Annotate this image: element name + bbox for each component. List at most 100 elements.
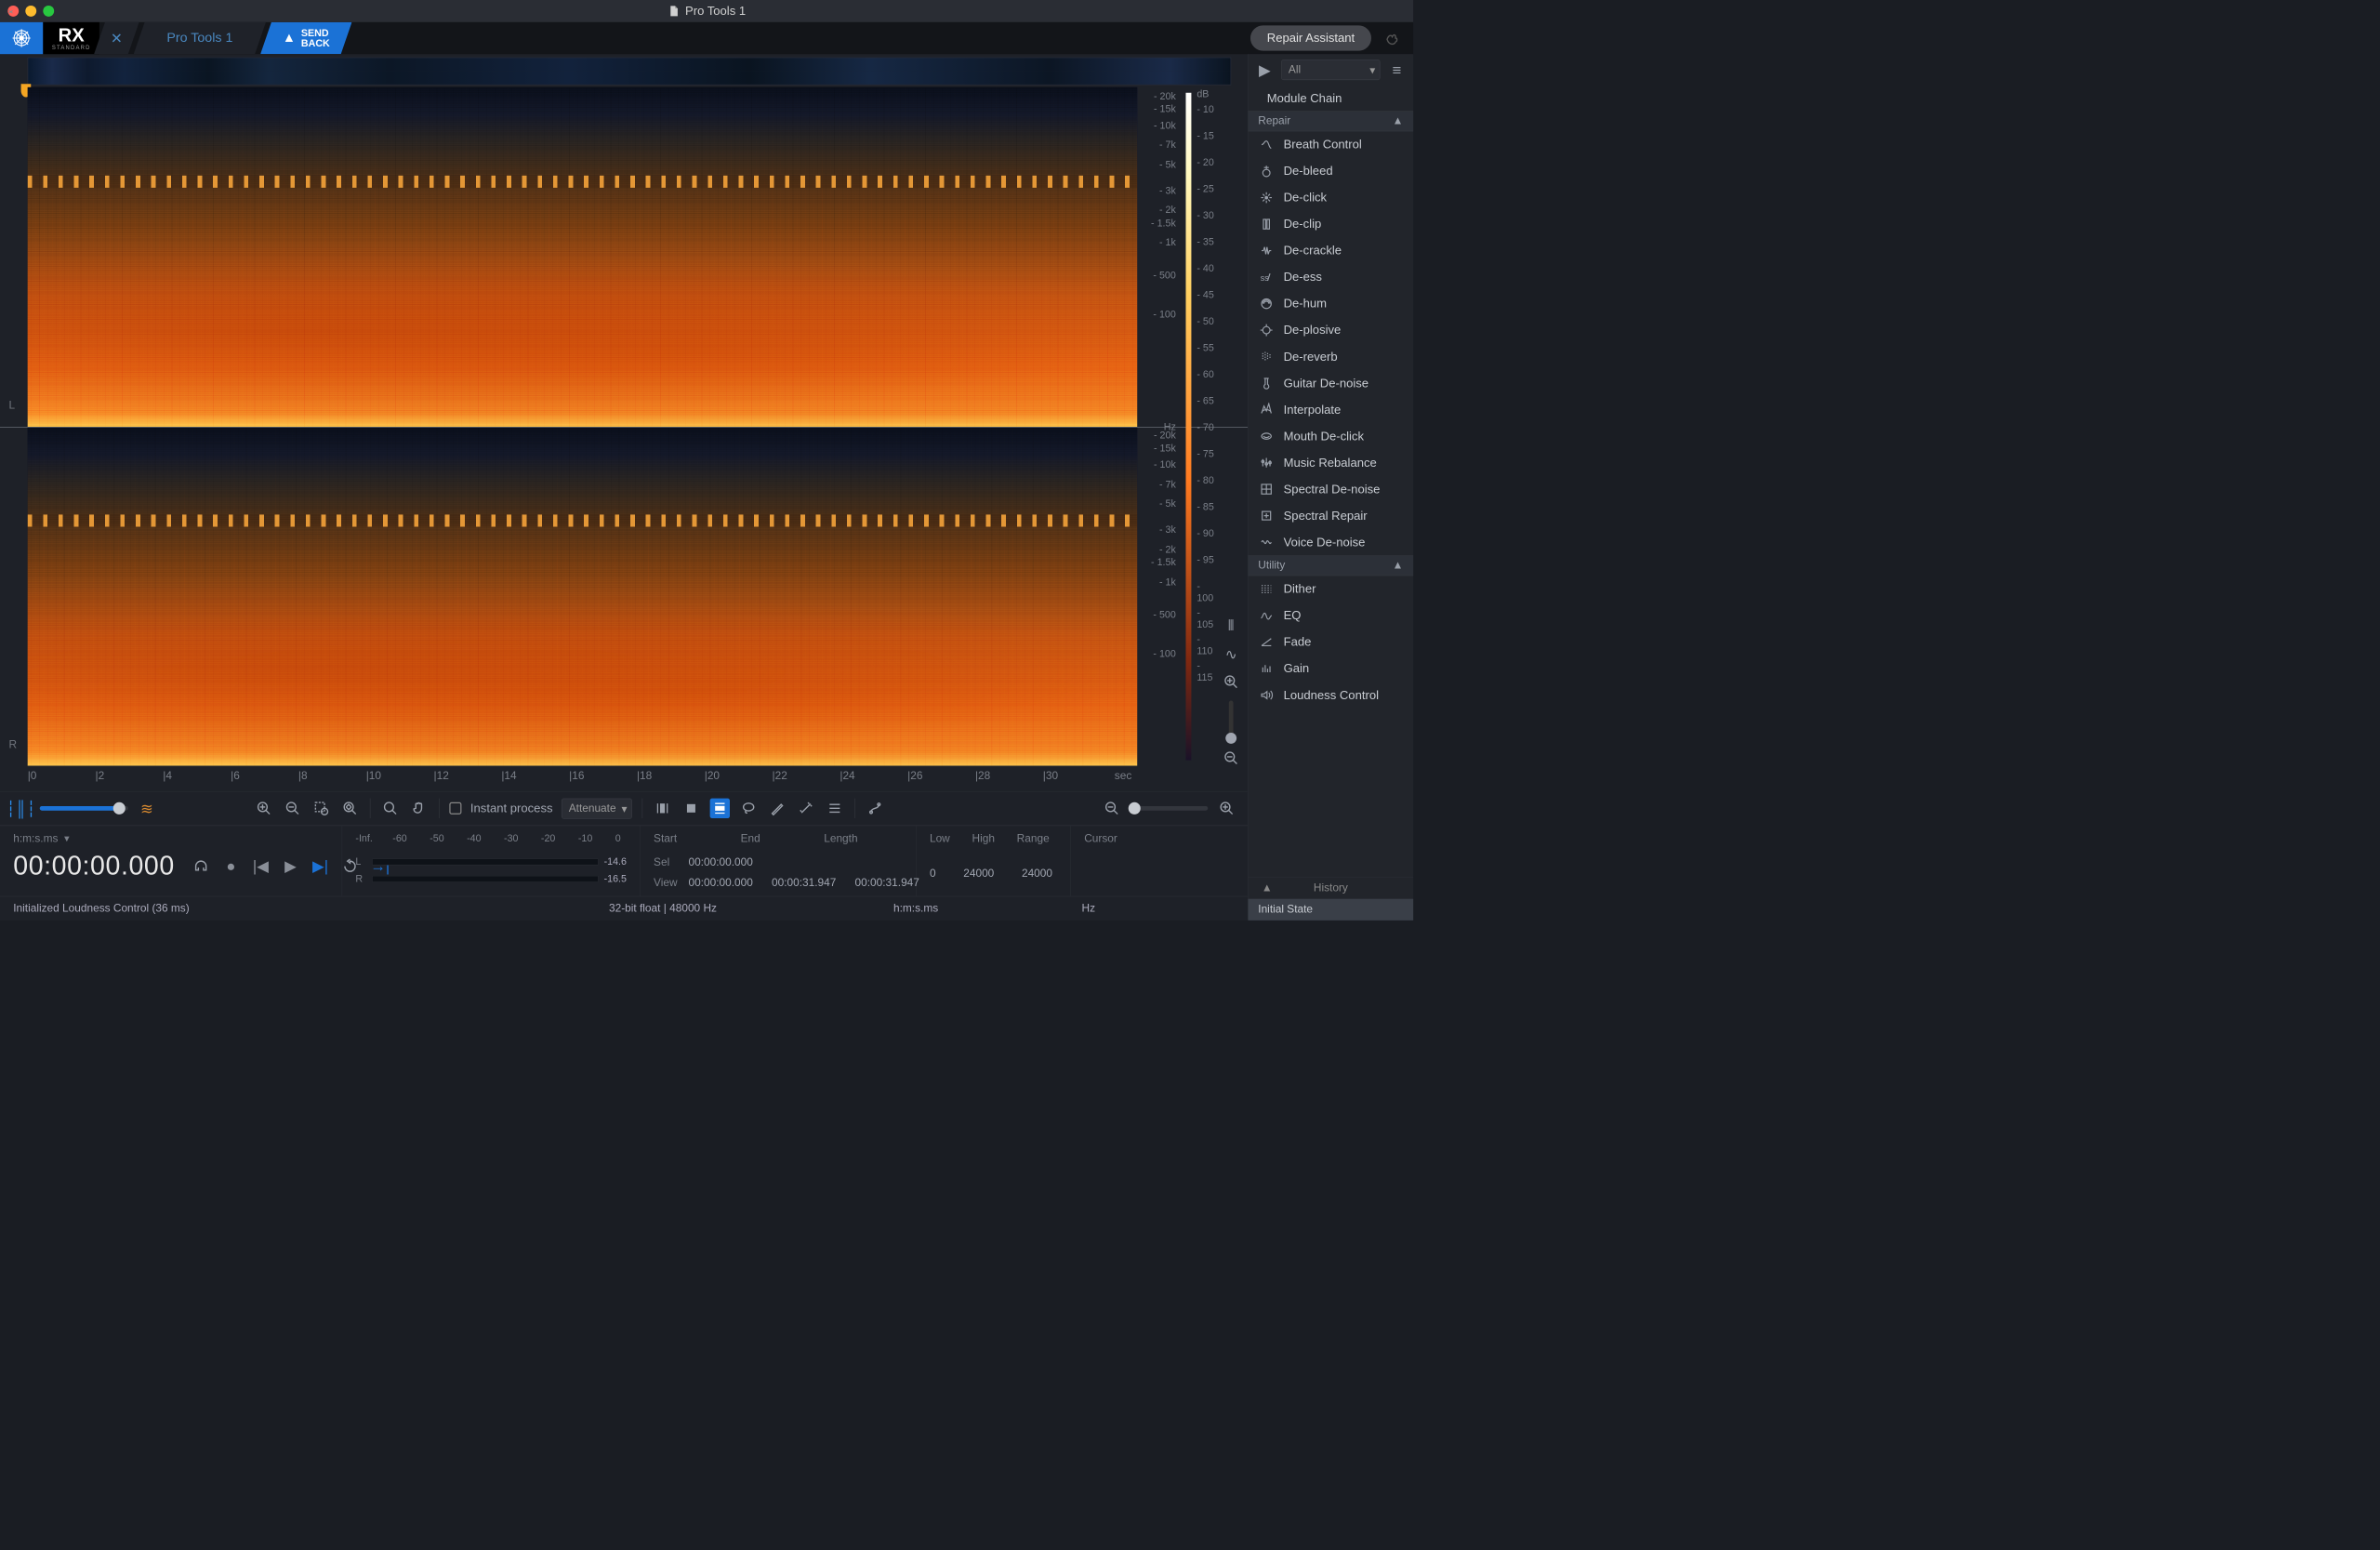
zoom-tool-icon[interactable]: [380, 799, 400, 818]
chevron-down-icon[interactable]: ▼: [62, 834, 71, 844]
zoom-out-icon[interactable]: [283, 799, 302, 818]
timecode-display[interactable]: 00:00:00.000: [13, 851, 175, 881]
module-de-bleed[interactable]: De-bleed: [1249, 158, 1414, 185]
module-guitar-de-noise[interactable]: Guitar De-noise: [1249, 370, 1414, 397]
module-spectral-repair[interactable]: Spectral Repair: [1249, 502, 1414, 529]
module-loudness-control[interactable]: Loudness Control: [1249, 682, 1414, 709]
process-mode-select[interactable]: Attenuate: [562, 798, 632, 818]
waveform-icon[interactable]: ⫴: [1221, 617, 1240, 635]
spectrogram-icon[interactable]: ∿: [1221, 646, 1240, 663]
zoom-in-icon[interactable]: [254, 799, 273, 818]
play-icon[interactable]: ▶: [281, 856, 300, 876]
vertical-zoom-slider[interactable]: [1229, 701, 1234, 740]
module-de-clip[interactable]: De-clip: [1249, 211, 1414, 238]
zoom-out-h-icon[interactable]: [1102, 799, 1121, 818]
module-de-reverb[interactable]: De-reverb: [1249, 343, 1414, 370]
module-breath-control[interactable]: Breath Control: [1249, 131, 1414, 158]
db-tick: - 75: [1197, 448, 1213, 459]
cursor-label: Cursor: [1084, 832, 1235, 845]
module-de-crackle[interactable]: De-crackle: [1249, 237, 1414, 264]
history-item[interactable]: Initial State: [1249, 899, 1414, 921]
utility-section-header[interactable]: Utility▲: [1249, 555, 1414, 576]
amplitude-color-scale: dB - 10- 15- 20- 25- 30- 35- 40- 45- 50-…: [1182, 87, 1215, 766]
file-tab[interactable]: Pro Tools 1: [134, 22, 266, 54]
deselect-icon[interactable]: [865, 799, 884, 818]
freq-low[interactable]: 0: [930, 868, 936, 881]
headphones-icon[interactable]: [192, 856, 211, 876]
brush-tool-icon[interactable]: [767, 799, 787, 818]
module-filter-select[interactable]: All: [1281, 60, 1380, 80]
module-dither[interactable]: Dither: [1249, 576, 1414, 603]
skip-back-icon[interactable]: |◀: [251, 856, 271, 876]
view-start[interactable]: 00:00:00.000: [688, 877, 752, 890]
horizontal-zoom-slider[interactable]: [1130, 806, 1208, 811]
arrow-up-icon: ▲: [283, 32, 296, 45]
play-chain-icon[interactable]: ▶: [1255, 60, 1275, 79]
freq-tick: - 7k: [1159, 139, 1176, 151]
freq-tick: - 20k: [1154, 90, 1176, 101]
module-spectral-de-noise[interactable]: Spectral De-noise: [1249, 476, 1414, 503]
lasso-tool-icon[interactable]: [738, 799, 758, 818]
record-icon[interactable]: ●: [221, 856, 241, 876]
module-mouth-de-click[interactable]: Mouth De-click: [1249, 423, 1414, 450]
rect-select-tool[interactable]: [681, 799, 701, 818]
time-tick: |14: [501, 770, 516, 783]
module-chain-button[interactable]: Module Chain: [1249, 86, 1414, 111]
view-length[interactable]: 00:00:31.947: [855, 877, 919, 890]
maximize-window-icon[interactable]: [43, 6, 54, 17]
waveform-mode-icon[interactable]: ┆║┆: [11, 799, 31, 818]
harmonic-select-icon[interactable]: [825, 799, 844, 818]
module-voice-de-noise[interactable]: Voice De-noise: [1249, 529, 1414, 556]
close-tab-button[interactable]: ✕: [94, 22, 139, 54]
zoom-out-vert-icon[interactable]: [1221, 750, 1240, 766]
freq-high[interactable]: 24000: [963, 868, 994, 881]
overview-waveform[interactable]: [28, 58, 1231, 86]
minimize-window-icon[interactable]: [25, 6, 36, 17]
window-title: Pro Tools 1: [668, 4, 746, 18]
repair-assistant-button[interactable]: Repair Assistant: [1250, 25, 1371, 50]
zoom-in-h-icon[interactable]: [1217, 799, 1236, 818]
module-interpolate[interactable]: Interpolate: [1249, 396, 1414, 423]
zoom-in-vert-icon[interactable]: [1221, 674, 1240, 690]
freq-select-tool[interactable]: [710, 799, 730, 818]
module-fade[interactable]: Fade: [1249, 629, 1414, 656]
module-de-plosive[interactable]: De-plosive: [1249, 317, 1414, 344]
module-eq[interactable]: EQ: [1249, 603, 1414, 629]
spectrogram-right[interactable]: [28, 427, 1138, 766]
sel-start[interactable]: 00:00:00.000: [688, 856, 752, 869]
spectrogram-mode-icon[interactable]: ≋: [137, 799, 156, 818]
meter-tick: -20: [541, 832, 555, 843]
db-tick: - 80: [1197, 475, 1213, 486]
spectrogram-view[interactable]: [28, 87, 1138, 766]
overview-toggle-icon[interactable]: ⌄⌃: [7, 7, 15, 18]
send-back-button[interactable]: ▲ SEND BACK: [260, 22, 351, 54]
module-de-click[interactable]: De-click: [1249, 184, 1414, 211]
play-selection-icon[interactable]: ▶|: [311, 856, 330, 876]
chevron-up-icon[interactable]: ▲: [1262, 881, 1273, 894]
menu-icon[interactable]: ≡: [1387, 60, 1407, 79]
module-music-rebalance[interactable]: Music Rebalance: [1249, 449, 1414, 476]
wand-tool-icon[interactable]: [796, 799, 815, 818]
time-select-tool[interactable]: [653, 799, 672, 818]
spectrogram-left[interactable]: [28, 87, 1138, 427]
freq-range[interactable]: 24000: [1022, 868, 1052, 881]
repair-section-header[interactable]: Repair▲: [1249, 111, 1414, 131]
module-icon: [1258, 607, 1275, 624]
view-end[interactable]: 00:00:31.947: [772, 877, 836, 890]
zoom-fit-icon[interactable]: [340, 799, 360, 818]
channel-right-label: R: [9, 738, 18, 751]
time-axis: sec |0|2|4|6|8|10|12|14|16|18|20|22|24|2…: [28, 766, 1138, 791]
zoom-selection-icon[interactable]: [311, 799, 331, 818]
module-de-hum[interactable]: De-hum: [1249, 290, 1414, 317]
view-blend-slider[interactable]: [40, 806, 128, 811]
frequency-axis: Hz - 20k- 15k- 10k- 7k- 5k- 3k- 2k- 1.5k…: [1137, 87, 1182, 766]
hand-tool-icon[interactable]: [409, 799, 429, 818]
module-gain[interactable]: Gain: [1249, 656, 1414, 682]
module-de-ess[interactable]: ssDe-ess: [1249, 264, 1414, 291]
hand-wave-icon[interactable]: [1382, 28, 1402, 47]
instant-process-checkbox[interactable]: [449, 802, 461, 815]
module-icon: [1258, 137, 1275, 153]
time-format-label[interactable]: h:m:s.ms: [13, 832, 58, 845]
meter-tick: -40: [467, 832, 481, 843]
meter-tick: -50: [430, 832, 443, 843]
